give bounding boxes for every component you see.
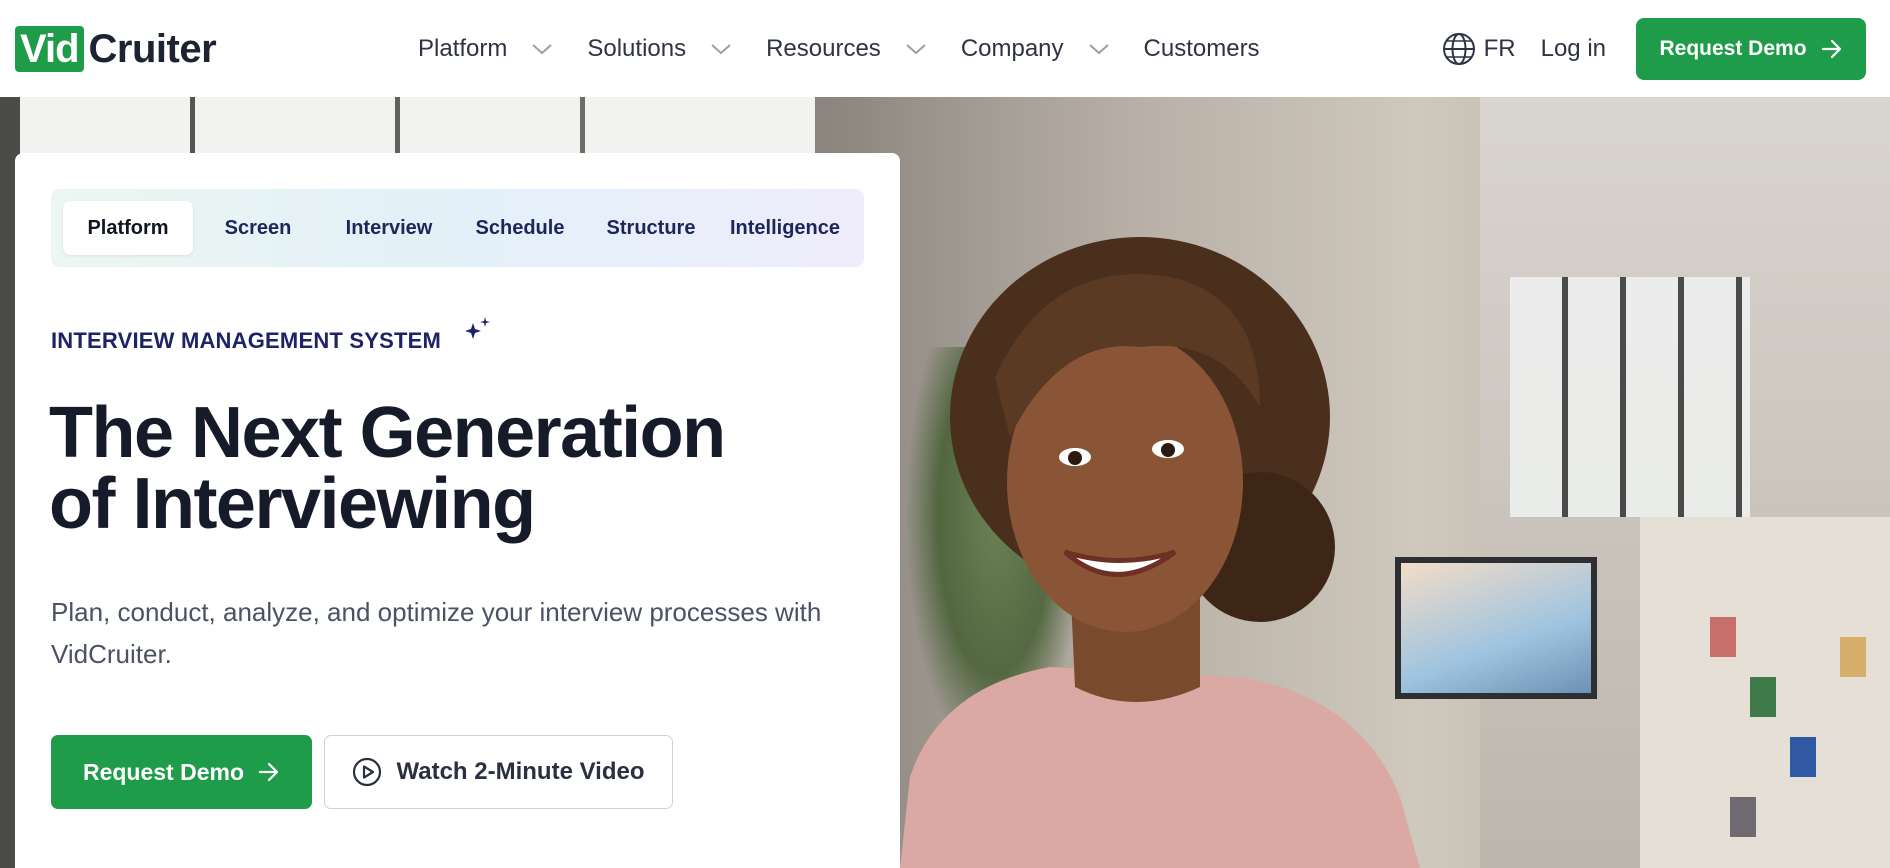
board-note xyxy=(1790,737,1816,777)
sparkle-icon xyxy=(465,317,490,339)
nav-item-resources[interactable]: Resources xyxy=(766,35,927,63)
hero-subtext: Plan, conduct, analyze, and optimize you… xyxy=(51,597,822,669)
button-label: Watch 2-Minute Video xyxy=(396,758,645,785)
product-tabs: Platform Screen Interview Schedule Struc… xyxy=(51,189,864,267)
chevron-down-icon xyxy=(711,44,731,55)
tab-intelligence[interactable]: Intelligence xyxy=(717,201,853,255)
play-circle-icon xyxy=(353,757,382,787)
top-navigation: Vid Cruiter Platform Solutions Resources… xyxy=(0,0,1890,97)
request-demo-button[interactable]: Request Demo xyxy=(51,735,312,809)
logo-wordmark: Cruiter xyxy=(88,26,217,71)
nav-item-customers[interactable]: Customers xyxy=(1144,35,1260,63)
nav-item-platform[interactable]: Platform xyxy=(418,35,553,63)
main-menu: Platform Solutions Resources Company Cus… xyxy=(418,27,1294,71)
office-window xyxy=(1510,277,1750,517)
button-label: Request Demo xyxy=(82,758,245,785)
globe-icon xyxy=(1442,33,1475,65)
vidcruiter-logo[interactable]: Vid Cruiter xyxy=(15,24,217,74)
eyebrow-label: INTERVIEW MANAGEMENT SYSTEM xyxy=(51,328,442,353)
chevron-down-icon xyxy=(906,44,926,55)
tab-schedule[interactable]: Schedule xyxy=(455,201,585,255)
nav-label: Resources xyxy=(766,35,881,62)
utility-nav: FR Log in Request Demo xyxy=(1442,18,1866,80)
woman-portrait-illustration xyxy=(900,237,1420,868)
nav-label: Customers xyxy=(1143,35,1260,62)
board-note xyxy=(1840,637,1866,677)
board-note xyxy=(1730,797,1756,837)
chevron-down-icon xyxy=(532,44,553,55)
hero-card: Platform Screen Interview Schedule Struc… xyxy=(15,153,900,868)
pin-board xyxy=(1640,517,1890,868)
tab-platform[interactable]: Platform xyxy=(63,201,193,255)
login-link[interactable]: Log in xyxy=(1541,35,1606,63)
nav-label: Solutions xyxy=(587,35,687,62)
tab-structure[interactable]: Structure xyxy=(586,201,716,255)
nav-item-company[interactable]: Company xyxy=(961,35,1110,63)
nav-label: Company xyxy=(960,35,1064,62)
board-note xyxy=(1710,617,1736,657)
nav-item-solutions[interactable]: Solutions xyxy=(587,35,732,63)
arrow-right-icon xyxy=(258,762,279,782)
logo-mark: Vid xyxy=(15,26,84,72)
office-window xyxy=(195,97,395,157)
office-window xyxy=(400,97,580,157)
watch-video-button[interactable]: Watch 2-Minute Video xyxy=(324,735,673,809)
nav-label: Platform xyxy=(418,35,508,62)
chevron-down-icon xyxy=(1088,44,1109,55)
button-label: Request Demo xyxy=(1659,37,1807,60)
tab-screen[interactable]: Screen xyxy=(193,201,323,255)
board-note xyxy=(1750,677,1776,717)
language-switcher[interactable]: FR xyxy=(1442,32,1516,66)
tab-interview[interactable]: Interview xyxy=(324,201,454,255)
request-demo-button-header[interactable]: Request Demo xyxy=(1636,18,1866,80)
headline-line-2: of Interviewing xyxy=(49,464,536,544)
hero-headline: The Next Generation of Interviewing xyxy=(49,397,849,540)
headline-line-1: The Next Generation xyxy=(49,393,726,473)
office-window xyxy=(20,97,190,157)
language-label: FR xyxy=(1483,35,1516,62)
office-window xyxy=(585,97,815,157)
arrow-right-icon xyxy=(1821,39,1841,59)
